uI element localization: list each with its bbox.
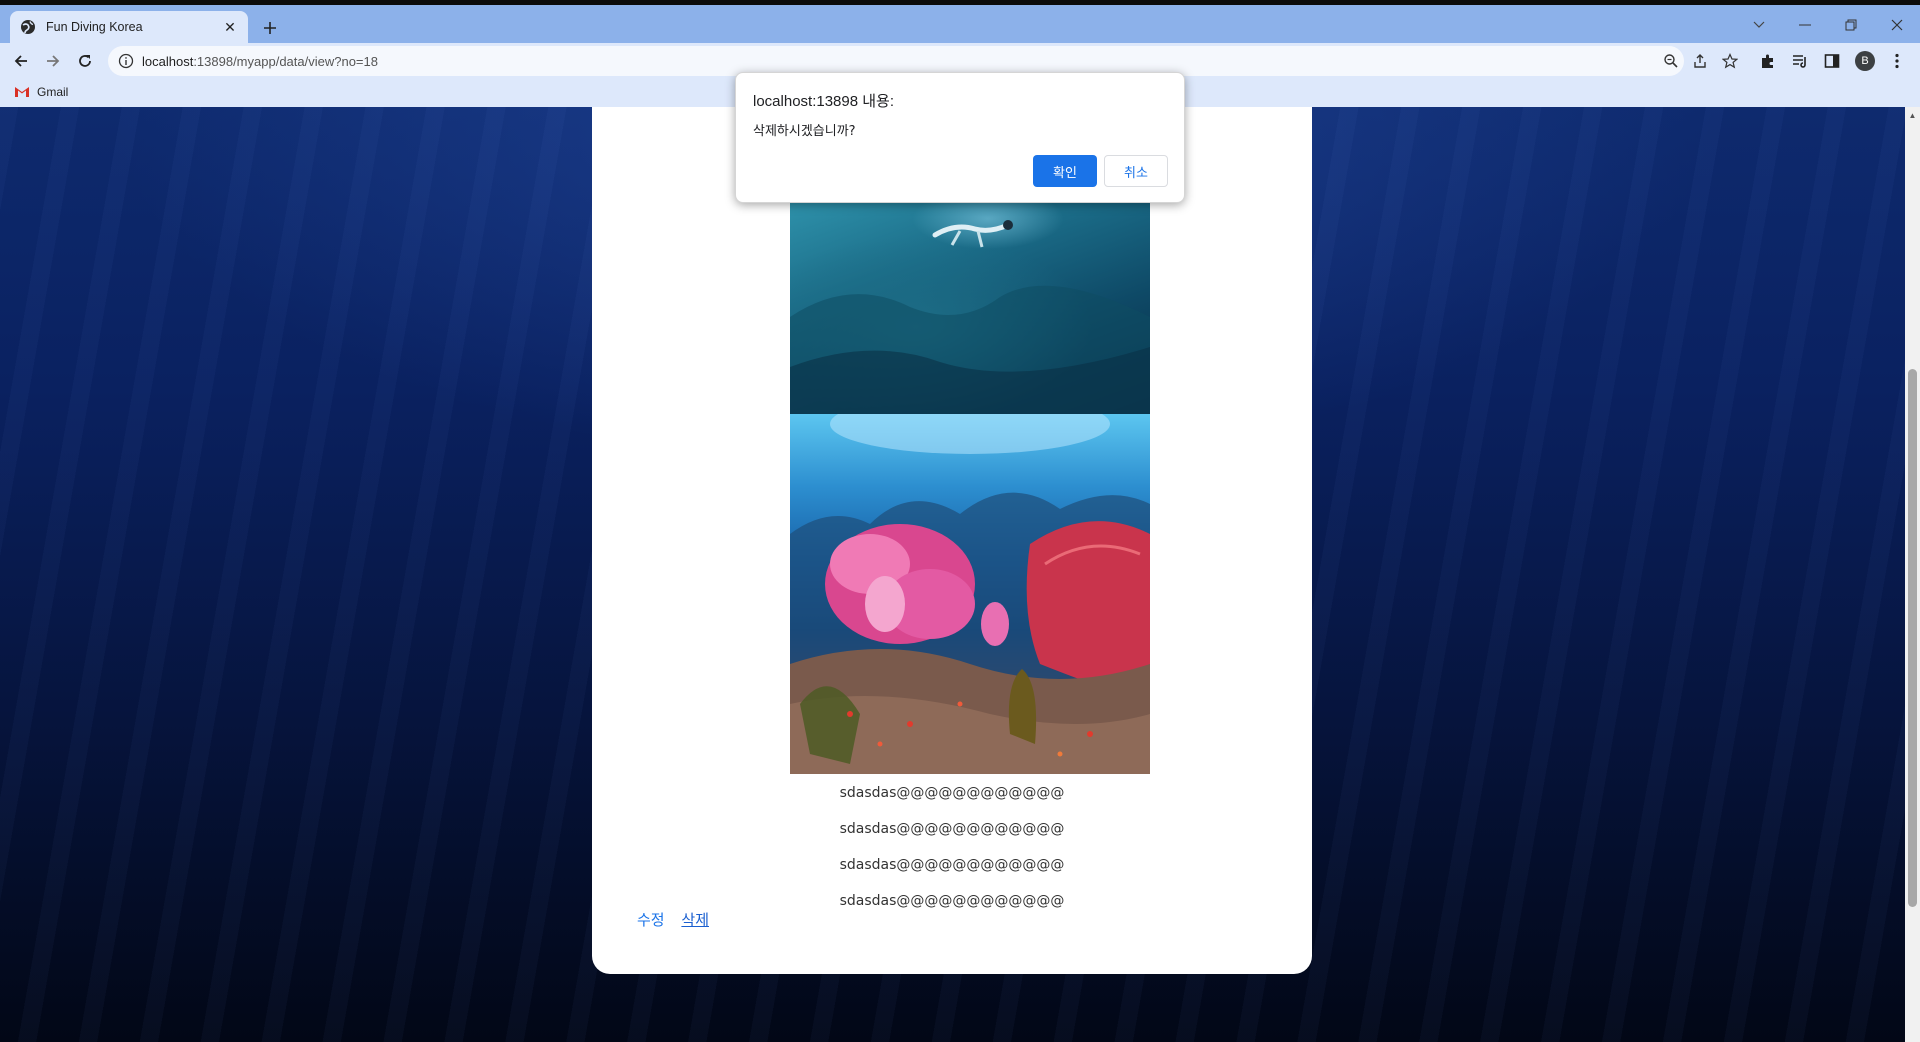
confirm-ok-button[interactable]: 확인 xyxy=(1033,155,1097,187)
delete-link[interactable]: 삭제 xyxy=(681,911,709,929)
bookmark-label: Gmail xyxy=(37,85,69,99)
dialog-title: localhost:13898 내용: xyxy=(753,93,895,110)
extensions-icon[interactable] xyxy=(1759,52,1777,70)
media-control-icon[interactable] xyxy=(1791,52,1809,70)
restore-icon[interactable] xyxy=(1828,10,1874,40)
content-text-line: sdasdas@@@@@@@@@@@@ xyxy=(839,893,1065,909)
url-text: localhost:13898/myapp/data/view?no=18 xyxy=(142,53,378,69)
gmail-icon xyxy=(15,87,29,97)
content-card: sdasdas@@@@@@@@@@@@ sdasdas@@@@@@@@@@@@ … xyxy=(592,107,1312,974)
scroll-up-icon[interactable]: ▲ xyxy=(1908,110,1917,120)
content-text-line: sdasdas@@@@@@@@@@@@ xyxy=(839,785,1065,801)
page-scrollbar[interactable]: ▲ xyxy=(1905,107,1920,1042)
globe-icon xyxy=(21,20,35,34)
dialog-message: 삭제하시겠습니까? xyxy=(753,124,856,139)
content-text-line: sdasdas@@@@@@@@@@@@ xyxy=(839,821,1065,837)
coral-illustration xyxy=(790,414,1150,774)
close-tab-icon[interactable]: ✕ xyxy=(222,19,238,35)
browser-tab[interactable]: Fun Diving Korea ✕ xyxy=(10,11,248,43)
site-info-icon[interactable] xyxy=(118,53,134,69)
menu-kebab-icon[interactable] xyxy=(1888,52,1906,70)
new-tab-icon[interactable] xyxy=(258,16,282,40)
zoom-icon[interactable] xyxy=(1663,53,1679,69)
close-window-icon[interactable] xyxy=(1874,10,1920,40)
bookmark-star-icon[interactable] xyxy=(1722,53,1738,69)
confirm-cancel-button[interactable]: 취소 xyxy=(1104,155,1168,187)
tab-title: Fun Diving Korea xyxy=(46,20,143,34)
post-actions: 수정 삭제 xyxy=(637,909,721,930)
reload-icon[interactable] xyxy=(72,48,98,74)
share-icon[interactable] xyxy=(1692,53,1708,69)
scroll-thumb[interactable] xyxy=(1908,369,1917,907)
side-panel-icon[interactable] xyxy=(1823,52,1841,70)
page-viewport: sdasdas@@@@@@@@@@@@ sdasdas@@@@@@@@@@@@ … xyxy=(0,107,1905,1042)
back-icon[interactable] xyxy=(8,48,34,74)
minimize-icon[interactable] xyxy=(1782,10,1828,40)
coral-reef-photo xyxy=(790,414,1150,774)
edit-link[interactable]: 수정 xyxy=(637,911,665,929)
content-text-line: sdasdas@@@@@@@@@@@@ xyxy=(839,857,1065,873)
diver-photo xyxy=(790,197,1150,414)
profile-avatar[interactable]: B xyxy=(1855,51,1875,71)
bookmark-gmail[interactable]: Gmail xyxy=(14,85,68,99)
confirm-dialog: localhost:13898 내용: 삭제하시겠습니까? 확인 취소 xyxy=(735,72,1185,203)
tab-search-icon[interactable] xyxy=(1736,10,1782,40)
tab-strip: Fun Diving Korea ✕ xyxy=(0,5,1920,43)
reef-rocks xyxy=(790,285,1150,414)
forward-icon[interactable] xyxy=(40,48,66,74)
